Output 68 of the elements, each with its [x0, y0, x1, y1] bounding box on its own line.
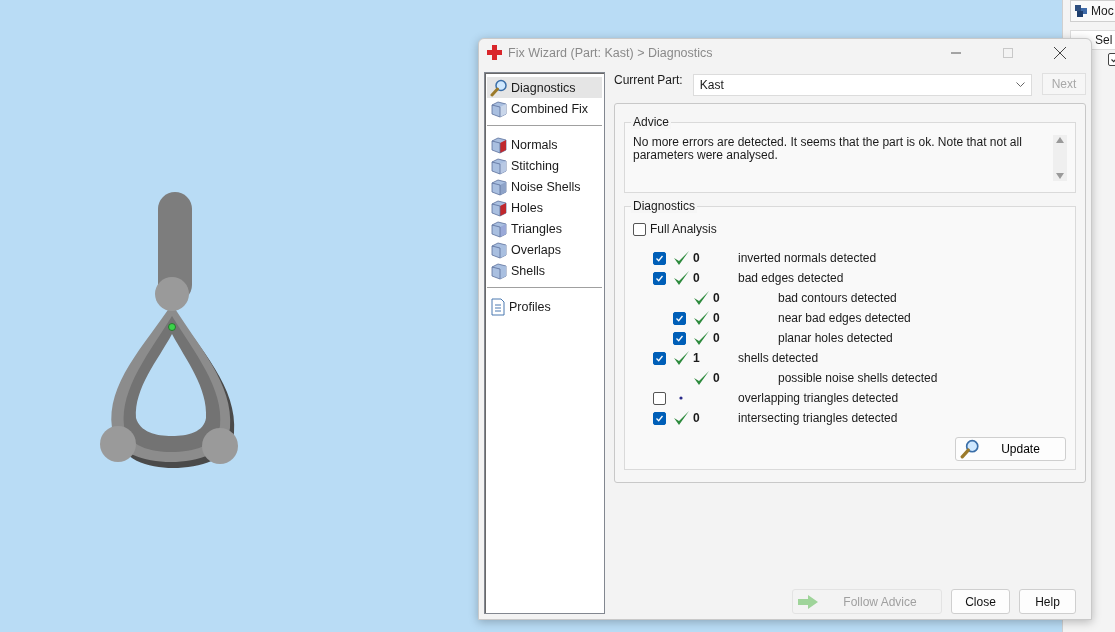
cube-icon [490, 198, 508, 217]
count: 1 [693, 351, 700, 365]
model-button[interactable]: Moc [1070, 0, 1115, 22]
cube-icon [490, 156, 508, 175]
diagnostic-label: planar holes detected [778, 331, 893, 345]
part-dropdown[interactable]: Kast [692, 74, 1032, 96]
chevron-down-icon [1016, 82, 1025, 88]
arrow-down-icon [1056, 173, 1064, 179]
maximize-icon [1003, 47, 1013, 58]
cross-icon [487, 45, 502, 60]
checkbox[interactable] [653, 271, 666, 285]
check-icon [655, 413, 664, 423]
cube-icon [490, 177, 508, 196]
sidebar-item[interactable]: Noise Shells [487, 176, 602, 197]
diagnostic-label: overlapping triangles detected [738, 391, 899, 405]
cube-icon [490, 219, 508, 238]
checkbox[interactable] [653, 391, 666, 405]
update-button[interactable]: Update [955, 437, 1066, 461]
diagnostic-label: shells detected [738, 351, 819, 365]
diagnostic-label: possible noise shells detected [778, 371, 938, 385]
group-title: Advice [631, 115, 672, 129]
sidebar-item[interactable]: Combined Fix [487, 98, 602, 119]
close-icon [1054, 46, 1066, 59]
arrow-up-icon [1056, 137, 1064, 143]
close-button[interactable]: Close [951, 589, 1010, 614]
count: 0 [713, 311, 720, 325]
cube-icon [490, 135, 508, 154]
cube-icon [490, 240, 508, 259]
count: 0 [713, 371, 720, 385]
magnifier-icon [960, 439, 980, 459]
diagnostic-label: intersecting triangles detected [738, 411, 898, 425]
advice-text: No more errors are detected. It seems that the part is ok. Note that not all parameters were analysed. [633, 136, 1023, 164]
sidebar-item[interactable]: Overlaps [487, 239, 602, 260]
checkbox[interactable] [653, 411, 666, 425]
count: 0 [713, 331, 720, 345]
cube-icon [490, 99, 508, 118]
diagnostic-label: inverted normals detected [738, 251, 877, 265]
cube-icon [490, 261, 508, 280]
help-button[interactable]: Help [1019, 589, 1076, 614]
arrow-right-icon [797, 593, 819, 610]
checkbox[interactable] [653, 351, 666, 365]
check-icon [655, 353, 664, 363]
sidebar-item[interactable]: Shells [487, 260, 602, 281]
sidebar-item[interactable]: Stitching [487, 155, 602, 176]
group-title: Diagnostics [631, 199, 698, 213]
document-icon [490, 297, 506, 316]
sidebar-item[interactable]: Normals [487, 134, 602, 155]
count: 0 [693, 251, 700, 265]
sidebar-item[interactable]: Diagnostics [487, 77, 602, 98]
count: 0 [693, 271, 700, 285]
checkbox[interactable] [673, 311, 686, 325]
count: 0 [713, 291, 720, 305]
checkbox-label: Full Analysis [650, 222, 717, 236]
window-title: Fix Wizard (Part: Kast) > Diagnostics [508, 45, 714, 60]
sidebar-item[interactable]: Triangles [487, 218, 602, 239]
diagnostic-label: near bad edges detected [778, 311, 911, 325]
checkbox[interactable] [673, 331, 686, 345]
checkbox[interactable] [653, 251, 666, 265]
sidebar-item[interactable]: Profiles [487, 296, 602, 317]
scrollbar[interactable] [1053, 135, 1067, 181]
diagnostic-label: bad edges detected [738, 271, 844, 285]
magnifier-icon [490, 78, 508, 97]
current-part-label: Current Part: [614, 72, 683, 87]
count: 0 [693, 411, 700, 425]
cubes-icon [1074, 4, 1088, 18]
diagnostic-label: bad contours detected [778, 291, 897, 305]
sidebar-item[interactable]: Holes [487, 197, 602, 218]
checkbox[interactable] [633, 222, 646, 236]
